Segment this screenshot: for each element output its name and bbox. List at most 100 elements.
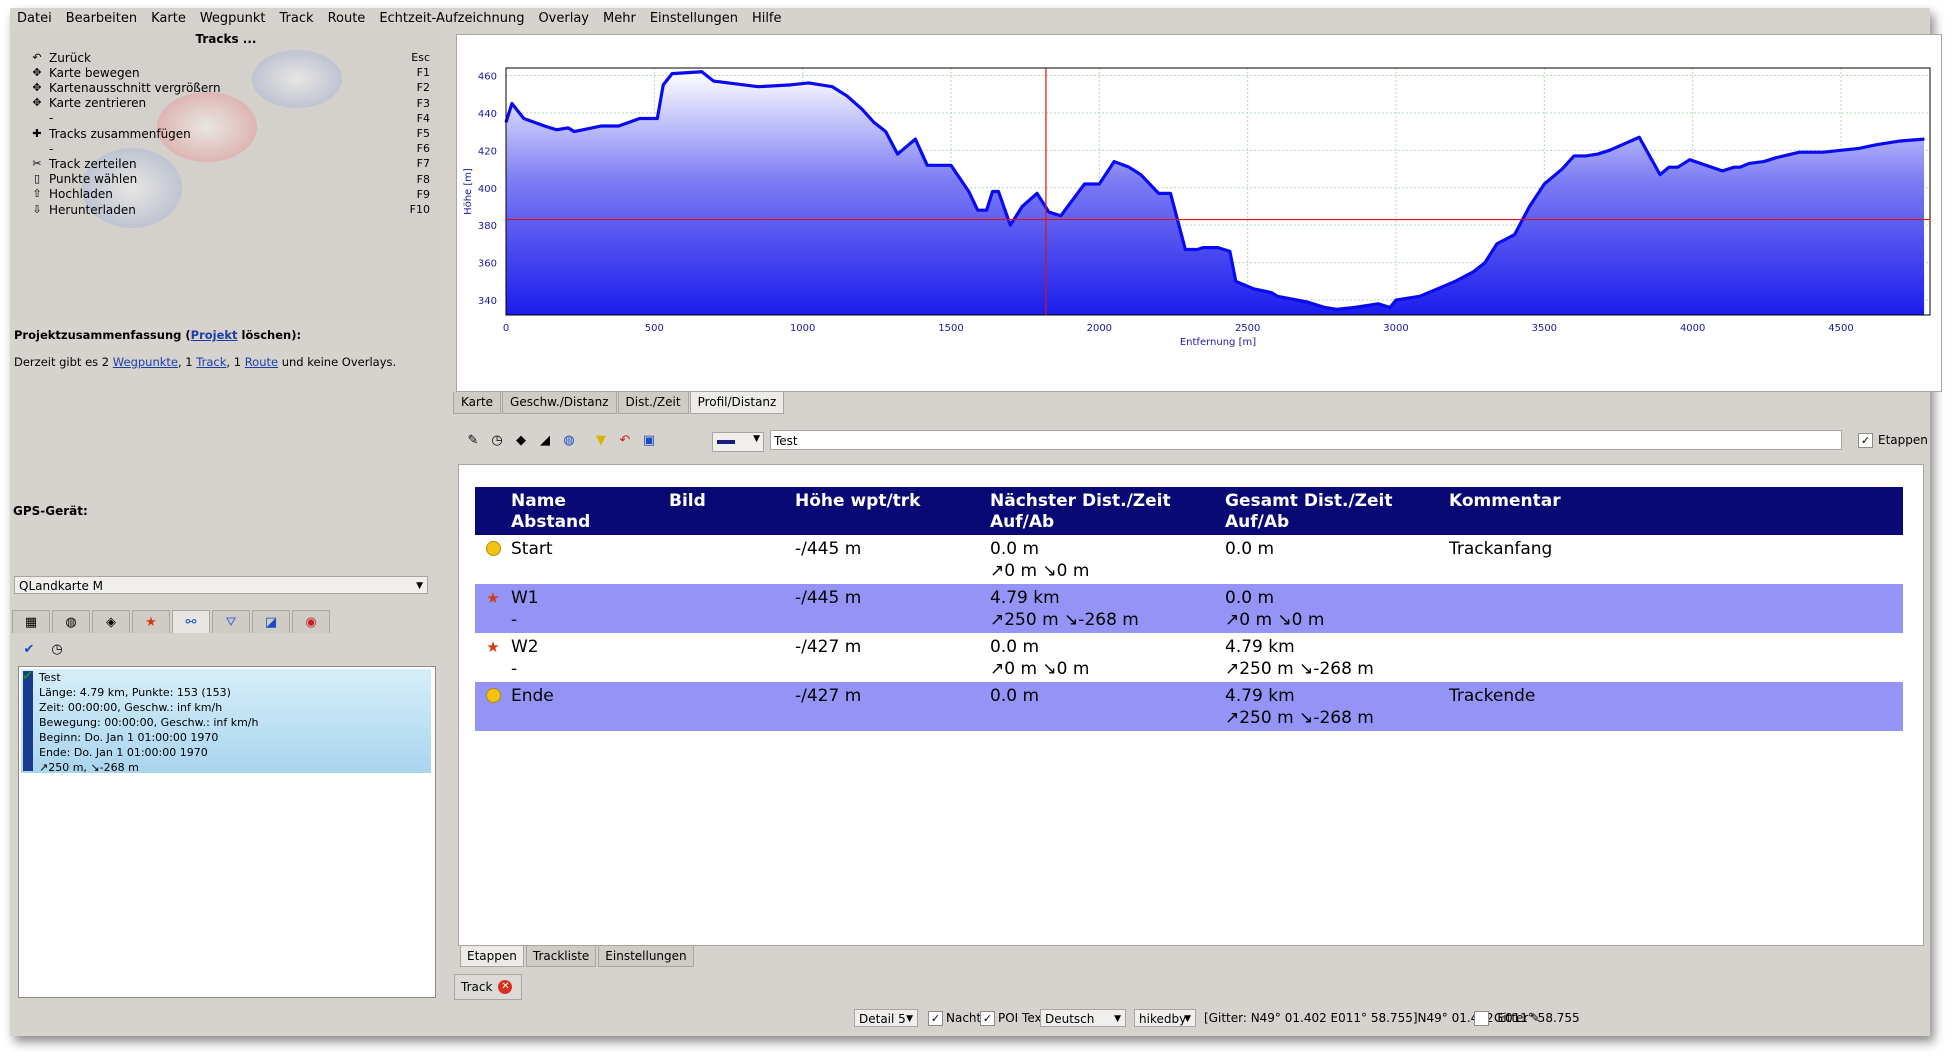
waypoints-link[interactable]: Wegpunkte <box>113 355 178 369</box>
menu-datei[interactable]: Datei <box>10 8 59 30</box>
tab-live[interactable]: ◉ <box>292 610 330 633</box>
data-point <box>997 190 1000 193</box>
tab-distance-time[interactable]: Dist./Zeit <box>617 392 689 414</box>
stage-name-cell: W1- <box>511 584 669 633</box>
tab-overlays[interactable]: ◪ <box>252 610 290 633</box>
tab-trackliste[interactable]: Trackliste <box>525 946 597 967</box>
action-shortcut: F2 <box>416 81 430 95</box>
menu-wegpunkt[interactable]: Wegpunkt <box>193 8 273 30</box>
header-name: Name Abstand <box>511 487 669 535</box>
language-select[interactable]: Deutsch ▼ <box>1040 1009 1126 1027</box>
pencil-icon: ✎ <box>467 432 479 448</box>
nacht-checkbox[interactable]: ✓ <box>928 1011 943 1026</box>
menu-echtzeit[interactable]: Echtzeit-Aufzeichnung <box>372 8 531 30</box>
stage-bild-cell <box>669 535 795 584</box>
data-point <box>1677 166 1679 168</box>
data-point <box>950 164 952 167</box>
etappen-checkbox-label: Etappen <box>1878 433 1928 447</box>
menu-track[interactable]: Track <box>273 8 321 30</box>
action-item[interactable]: ⇩ Herunterladen F10 <box>30 200 430 219</box>
settings-icon[interactable]: ✎ <box>1526 1009 1544 1027</box>
stage-total-dist: 4.79 km <box>1225 637 1295 657</box>
track-list-toolbar: ✔ ◷ <box>18 638 74 660</box>
chevron-down-icon: ▼ <box>906 1014 913 1024</box>
data-point <box>671 72 673 75</box>
reset-button[interactable]: ↶ <box>614 429 636 451</box>
filter-button[interactable]: ▼ <box>590 429 612 451</box>
data-point <box>1739 166 1741 168</box>
tab-maps[interactable]: ▦ <box>12 610 50 633</box>
tab-einstellungen[interactable]: Einstellungen <box>598 946 694 967</box>
live-log-icon: ◉ <box>305 614 317 630</box>
track-name-field[interactable]: Test <box>770 430 1842 450</box>
menu-overlay[interactable]: Overlay <box>531 8 596 30</box>
edit-button[interactable]: ✎ <box>462 429 484 451</box>
tab-maps-3d[interactable]: ◍ <box>52 610 90 633</box>
data-point <box>1858 147 1860 150</box>
elevation-chart[interactable]: 340 360 380 400 420 440 460 0 500 1000 1500 2000 250… <box>457 35 1941 391</box>
tab-etappen[interactable]: Etappen <box>460 946 524 967</box>
x-tick-label: 0 <box>503 323 509 334</box>
chevron-down-icon: ▼ <box>1184 1014 1191 1024</box>
smiley-icon <box>485 541 501 556</box>
track-editor-tab[interactable]: Track ✕ <box>454 974 522 1000</box>
app-window: Datei Bearbeiten Karte Wegpunkt Track Ro… <box>10 8 1942 1036</box>
track-color-select[interactable]: ▼ <box>712 432 764 452</box>
track-link[interactable]: Track <box>196 355 226 369</box>
clock-icon: ◷ <box>491 432 503 448</box>
data-point <box>1021 205 1023 208</box>
data-point <box>1798 151 1801 154</box>
gitter-checkbox[interactable] <box>1474 1011 1489 1026</box>
menu-route[interactable]: Route <box>321 8 373 30</box>
clock-button[interactable]: ◷ <box>486 429 508 451</box>
stage-next-cell: 0.0 m ↗0 m ↘0 m <box>990 633 1225 682</box>
track-list-item[interactable]: ✔ Test Länge: 4.79 km, Punkte: 153 (153)… <box>21 669 431 774</box>
data-point <box>1774 157 1777 159</box>
elevation-profile[interactable]: 340 360 380 400 420 440 460 0 500 1000 1500 2000 250… <box>456 34 1942 392</box>
menu-hilfe[interactable]: Hilfe <box>745 8 789 30</box>
stage-row[interactable]: ★ W2- -/427 m 0.0 m ↗0 m ↘0 m 4.79 km ↗250 m ↘… <box>475 633 1903 682</box>
detail-select[interactable]: Detail 5 ▼ <box>854 1009 918 1027</box>
action-shortcut: F4 <box>416 111 430 125</box>
track-tab-label: Track <box>461 980 493 994</box>
etappen-checkbox[interactable]: ✓ <box>1858 433 1873 448</box>
tab-geocache[interactable]: ◈ <box>92 610 130 633</box>
chart-button[interactable]: ◢ <box>534 429 556 451</box>
star-icon: ★ <box>486 638 500 656</box>
poi-text-checkbox[interactable]: ✓ <box>980 1011 995 1026</box>
save-button[interactable]: ▣ <box>638 429 660 451</box>
project-delete-link[interactable]: Projekt <box>191 328 238 342</box>
x-tick-label: 4000 <box>1680 323 1705 334</box>
data-point <box>790 84 792 86</box>
stage-next-updown: ↗0 m ↘0 m <box>990 561 1090 581</box>
menu-einstellungen[interactable]: Einstellungen <box>643 8 745 30</box>
map-style-select[interactable]: hikedby ▼ <box>1134 1009 1196 1027</box>
tab-routes[interactable]: ⛛ <box>212 610 250 633</box>
tab-waypoints[interactable]: ★ <box>132 610 170 633</box>
data-point <box>1528 205 1531 208</box>
stage-row[interactable]: ★ W1- -/445 m 4.79 km ↗250 m ↘-268 m 0.0 m ↗0 … <box>475 584 1903 633</box>
data-point <box>1875 143 1878 146</box>
menu-bearbeiten[interactable]: Bearbeiten <box>59 8 144 30</box>
select-all-button[interactable]: ✔ <box>18 638 40 660</box>
data-point <box>1543 183 1546 185</box>
tab-karte[interactable]: Karte <box>453 392 502 414</box>
eraser-icon: ◆ <box>516 432 526 448</box>
actions-title: Tracks ... <box>195 32 257 46</box>
menu-karte[interactable]: Karte <box>144 8 193 30</box>
web-button[interactable]: ◍ <box>558 429 580 451</box>
close-icon[interactable]: ✕ <box>498 980 513 994</box>
data-point <box>573 130 576 133</box>
eraser-button[interactable]: ◆ <box>510 429 532 451</box>
data-point <box>1252 288 1255 290</box>
menu-mehr[interactable]: Mehr <box>596 8 643 30</box>
stage-abstand: - <box>511 610 518 630</box>
stage-row[interactable]: Ende -/427 m 0.0 m 4.79 km ↗250 m ↘-268 m Tra… <box>475 682 1903 731</box>
tab-tracks[interactable]: ⚯ <box>172 610 210 633</box>
tab-profile-distance[interactable]: Profil/Distanz <box>689 392 785 414</box>
filter-button[interactable]: ◷ <box>46 638 68 660</box>
route-link[interactable]: Route <box>245 355 278 369</box>
gps-device-select[interactable]: QLandkarte M ▼ <box>14 576 428 594</box>
stage-row[interactable]: Start -/445 m 0.0 m ↗0 m ↘0 m 0.0 m Trackanfa… <box>475 535 1903 584</box>
tab-speed-distance[interactable]: Geschw./Distanz <box>502 392 617 414</box>
